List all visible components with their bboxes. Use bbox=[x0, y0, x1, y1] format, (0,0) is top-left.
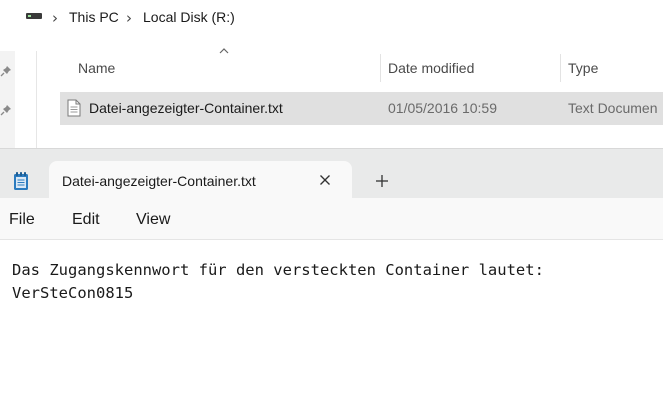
notepad-window: Datei-angezeigter-Container.txt File Edi… bbox=[0, 148, 663, 401]
column-header-name[interactable]: Name bbox=[78, 60, 115, 76]
breadcrumb-this-pc[interactable]: This PC bbox=[69, 9, 119, 25]
notepad-icon bbox=[14, 172, 28, 190]
file-date-modified: 01/05/2016 10:59 bbox=[388, 100, 497, 116]
tab-title: Datei-angezeigter-Container.txt bbox=[62, 173, 256, 189]
plus-icon[interactable] bbox=[372, 171, 392, 191]
column-header-date-modified[interactable]: Date modified bbox=[388, 60, 474, 76]
menu-view[interactable]: View bbox=[136, 211, 170, 229]
breadcrumb-local-disk[interactable]: Local Disk (R:) bbox=[143, 9, 235, 25]
column-header-type[interactable]: Type bbox=[568, 60, 598, 76]
sort-up-icon bbox=[219, 48, 229, 54]
address-bar[interactable]: › This PC › Local Disk (R:) bbox=[0, 0, 663, 36]
editor-line: VerSteCon0815 bbox=[12, 284, 134, 302]
menu-bar: File Edit View bbox=[0, 198, 663, 240]
column-divider[interactable] bbox=[560, 54, 561, 82]
text-file-icon bbox=[67, 99, 81, 117]
tab-bar: Datei-angezeigter-Container.txt bbox=[0, 148, 663, 199]
text-editor[interactable]: Das Zugangskennwort für den versteckten … bbox=[0, 240, 663, 401]
drive-icon bbox=[26, 13, 42, 19]
chevron-right-icon: › bbox=[126, 9, 132, 27]
menu-edit[interactable]: Edit bbox=[72, 211, 100, 229]
pin-icon[interactable] bbox=[0, 104, 12, 116]
chevron-right-icon: › bbox=[52, 9, 58, 27]
tab-document[interactable]: Datei-angezeigter-Container.txt bbox=[49, 161, 352, 199]
column-divider[interactable] bbox=[380, 54, 381, 82]
pin-icon[interactable] bbox=[0, 65, 12, 77]
file-type: Text Documen bbox=[568, 100, 658, 116]
navigation-pane[interactable] bbox=[0, 51, 15, 148]
file-row[interactable]: Datei-angezeigter-Container.txt 01/05/20… bbox=[60, 92, 663, 125]
menu-file[interactable]: File bbox=[9, 211, 35, 229]
close-icon[interactable] bbox=[315, 170, 335, 190]
editor-line: Das Zugangskennwort für den versteckten … bbox=[12, 261, 544, 279]
file-explorer-window: › This PC › Local Disk (R:) Name Date mo… bbox=[0, 0, 663, 148]
file-name[interactable]: Datei-angezeigter-Container.txt bbox=[89, 100, 283, 116]
